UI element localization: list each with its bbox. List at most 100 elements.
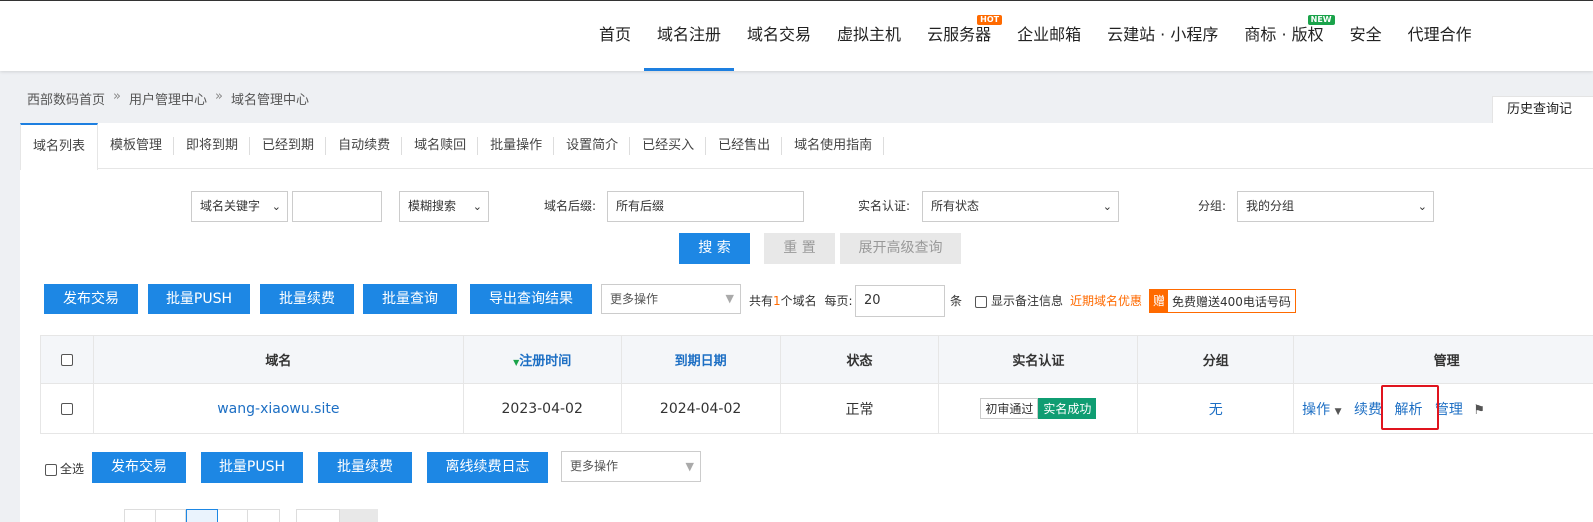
batch-push-button[interactable]: 批量PUSH (148, 284, 250, 314)
bottom-more-actions-select[interactable]: 更多操作 ▼ (561, 451, 701, 482)
offline-renew-log-button[interactable]: 离线续费日志 (427, 452, 548, 483)
nav-label: 域名注册 (657, 25, 722, 44)
nav-cloud-server[interactable]: 云服务器 HOT (914, 1, 1004, 71)
flag-icon[interactable]: ⚑ (1473, 403, 1485, 418)
hot-badge: HOT (977, 15, 1003, 25)
select-all-label: 全选 (60, 462, 85, 476)
nav-label: 云服务器 (927, 25, 992, 44)
domain-table: 域名 ▼注册时间 到期日期 状态 实名认证 分组 管理 wang-xiaowu.… (40, 335, 1593, 434)
select-all-checkbox[interactable] (60, 353, 73, 366)
realname-select[interactable]: 所有状态 ⌄ (922, 191, 1119, 222)
tab-template[interactable]: 模板管理 (98, 123, 175, 169)
breadcrumb-home[interactable]: 西部数码首页 (27, 89, 105, 108)
keyword-type-select[interactable]: 域名关键字 ⌄ (191, 191, 288, 222)
total-prefix: 共有 (749, 294, 774, 308)
page-jump-input[interactable] (296, 509, 340, 522)
batch-renew-button[interactable]: 批量续费 (260, 284, 354, 314)
tab-batch[interactable]: 批量操作 (478, 123, 555, 169)
breadcrumb-sep: » (215, 89, 223, 104)
page-button-current[interactable] (186, 509, 218, 522)
manage-link[interactable]: 管理 (1435, 402, 1463, 418)
select-value: 所有状态 (931, 199, 980, 213)
nav-domain-register[interactable]: 域名注册 (644, 1, 735, 71)
select-value: 域名关键字 (200, 199, 261, 213)
bottom-publish-button[interactable]: 发布交易 (92, 452, 186, 483)
nav-label: 域名交易 (747, 25, 812, 44)
nav-label: 云建站 · 小程序 (1107, 25, 1219, 44)
realname-prelim-tag: 初审通过 (980, 398, 1039, 419)
header-select-cell (40, 335, 94, 384)
per-page-label: 每页: (824, 294, 853, 308)
tab-domain-list[interactable]: 域名列表 (20, 123, 99, 170)
expire-cell: 2024-04-02 (620, 383, 781, 434)
tab-bought[interactable]: 已经买入 (630, 123, 707, 169)
nav-label: 商标 · 版权 (1244, 25, 1324, 44)
reg-time-cell: 2023-04-02 (462, 383, 622, 434)
row-checkbox[interactable] (60, 402, 73, 415)
header-expire-date[interactable]: 到期日期 (620, 335, 781, 384)
nav-domain-trade[interactable]: 域名交易 (734, 1, 824, 71)
nav-label: 安全 (1349, 25, 1382, 44)
page-button[interactable] (156, 509, 186, 522)
tab-sold[interactable]: 已经售出 (706, 123, 783, 169)
nav-security[interactable]: 安全 (1337, 1, 1395, 71)
export-results-button[interactable]: 导出查询结果 (470, 284, 592, 314)
more-actions-select[interactable]: 更多操作 ▼ (601, 284, 741, 314)
tab-redeem[interactable]: 域名赎回 (402, 123, 479, 169)
reset-button[interactable]: 重 置 (764, 233, 835, 264)
group-label: 分组: (1198, 199, 1227, 213)
realname-success-tag: 实名成功 (1038, 398, 1097, 419)
header-reg-time[interactable]: ▼注册时间 (462, 335, 622, 384)
domain-panel: 域名列表 模板管理 即将到期 已经到期 自动续费 域名赎回 批量操作 设置简介 … (20, 123, 1593, 522)
bottom-push-button[interactable]: 批量PUSH (201, 452, 303, 483)
header-realname: 实名认证 (938, 335, 1139, 384)
domain-link[interactable]: wang-xiaowu.site (217, 401, 339, 417)
tab-settings-intro[interactable]: 设置简介 (554, 123, 631, 169)
page-button[interactable] (124, 509, 156, 522)
breadcrumb-user-center[interactable]: 用户管理中心 (129, 89, 207, 108)
expire-promo-link[interactable]: 近期域名优惠 (1070, 292, 1142, 309)
show-notes-checkbox[interactable] (975, 296, 987, 308)
renew-link[interactable]: 续费 (1354, 402, 1382, 418)
gift-400-phone-link[interactable]: 赠 免费赠送400电话号码 (1149, 289, 1296, 313)
total-count: 1 (773, 294, 781, 308)
search-button[interactable]: 搜 索 (679, 233, 750, 264)
nav-agent[interactable]: 代理合作 (1395, 1, 1485, 71)
select-value: 更多操作 (570, 459, 619, 473)
realname-label: 实名认证: (858, 199, 911, 213)
gift-icon: 赠 (1150, 290, 1169, 312)
tab-expiring[interactable]: 即将到期 (174, 123, 251, 169)
keyword-input[interactable] (292, 191, 382, 222)
tab-expired[interactable]: 已经到期 (250, 123, 327, 169)
tab-guide[interactable]: 域名使用指南 (782, 123, 885, 169)
suffix-input[interactable]: 所有后缀 (607, 191, 804, 222)
bottom-select-all-checkbox[interactable] (45, 464, 57, 476)
tab-auto-renew[interactable]: 自动续费 (326, 123, 403, 169)
batch-query-button[interactable]: 批量查询 (363, 284, 457, 314)
history-query-button[interactable]: 历史查询记 (1492, 96, 1593, 124)
operation-dropdown[interactable]: 操作 ▼ (1302, 402, 1341, 418)
group-value[interactable]: 无 (1209, 402, 1223, 418)
nav-label: 首页 (599, 25, 632, 44)
nav-home[interactable]: 首页 (586, 1, 644, 71)
advanced-search-button[interactable]: 展开高级查询 (840, 233, 961, 264)
publish-trade-button[interactable]: 发布交易 (44, 284, 138, 314)
pagination (124, 509, 378, 522)
nav-site-builder[interactable]: 云建站 · 小程序 (1094, 1, 1231, 71)
caret-down-icon: ▼ (685, 460, 694, 473)
nav-trademark[interactable]: 商标 · 版权 NEW (1231, 1, 1336, 71)
breadcrumb: 西部数码首页 » 用户管理中心 » 域名管理中心 (27, 89, 309, 108)
group-cell: 无 (1137, 383, 1295, 434)
search-mode-select[interactable]: 模糊搜索 ⌄ (399, 191, 489, 222)
per-page-input[interactable]: 20 (855, 285, 945, 317)
page-button[interactable] (218, 509, 248, 522)
page-jump-button[interactable] (340, 509, 378, 522)
select-value: 更多操作 (610, 292, 659, 306)
group-select[interactable]: 我的分组 ⌄ (1237, 191, 1434, 222)
main-nav: 首页 域名注册 域名交易 虚拟主机 云服务器 HOT 企业邮箱 云建站 · 小程序… (586, 1, 1485, 71)
nav-virtual-host[interactable]: 虚拟主机 (824, 1, 914, 71)
page-button[interactable] (248, 509, 280, 522)
realname-cell: 初审通过 实名成功 (938, 383, 1139, 434)
nav-enterprise-mail[interactable]: 企业邮箱 (1004, 1, 1094, 71)
bottom-renew-button[interactable]: 批量续费 (318, 452, 412, 483)
